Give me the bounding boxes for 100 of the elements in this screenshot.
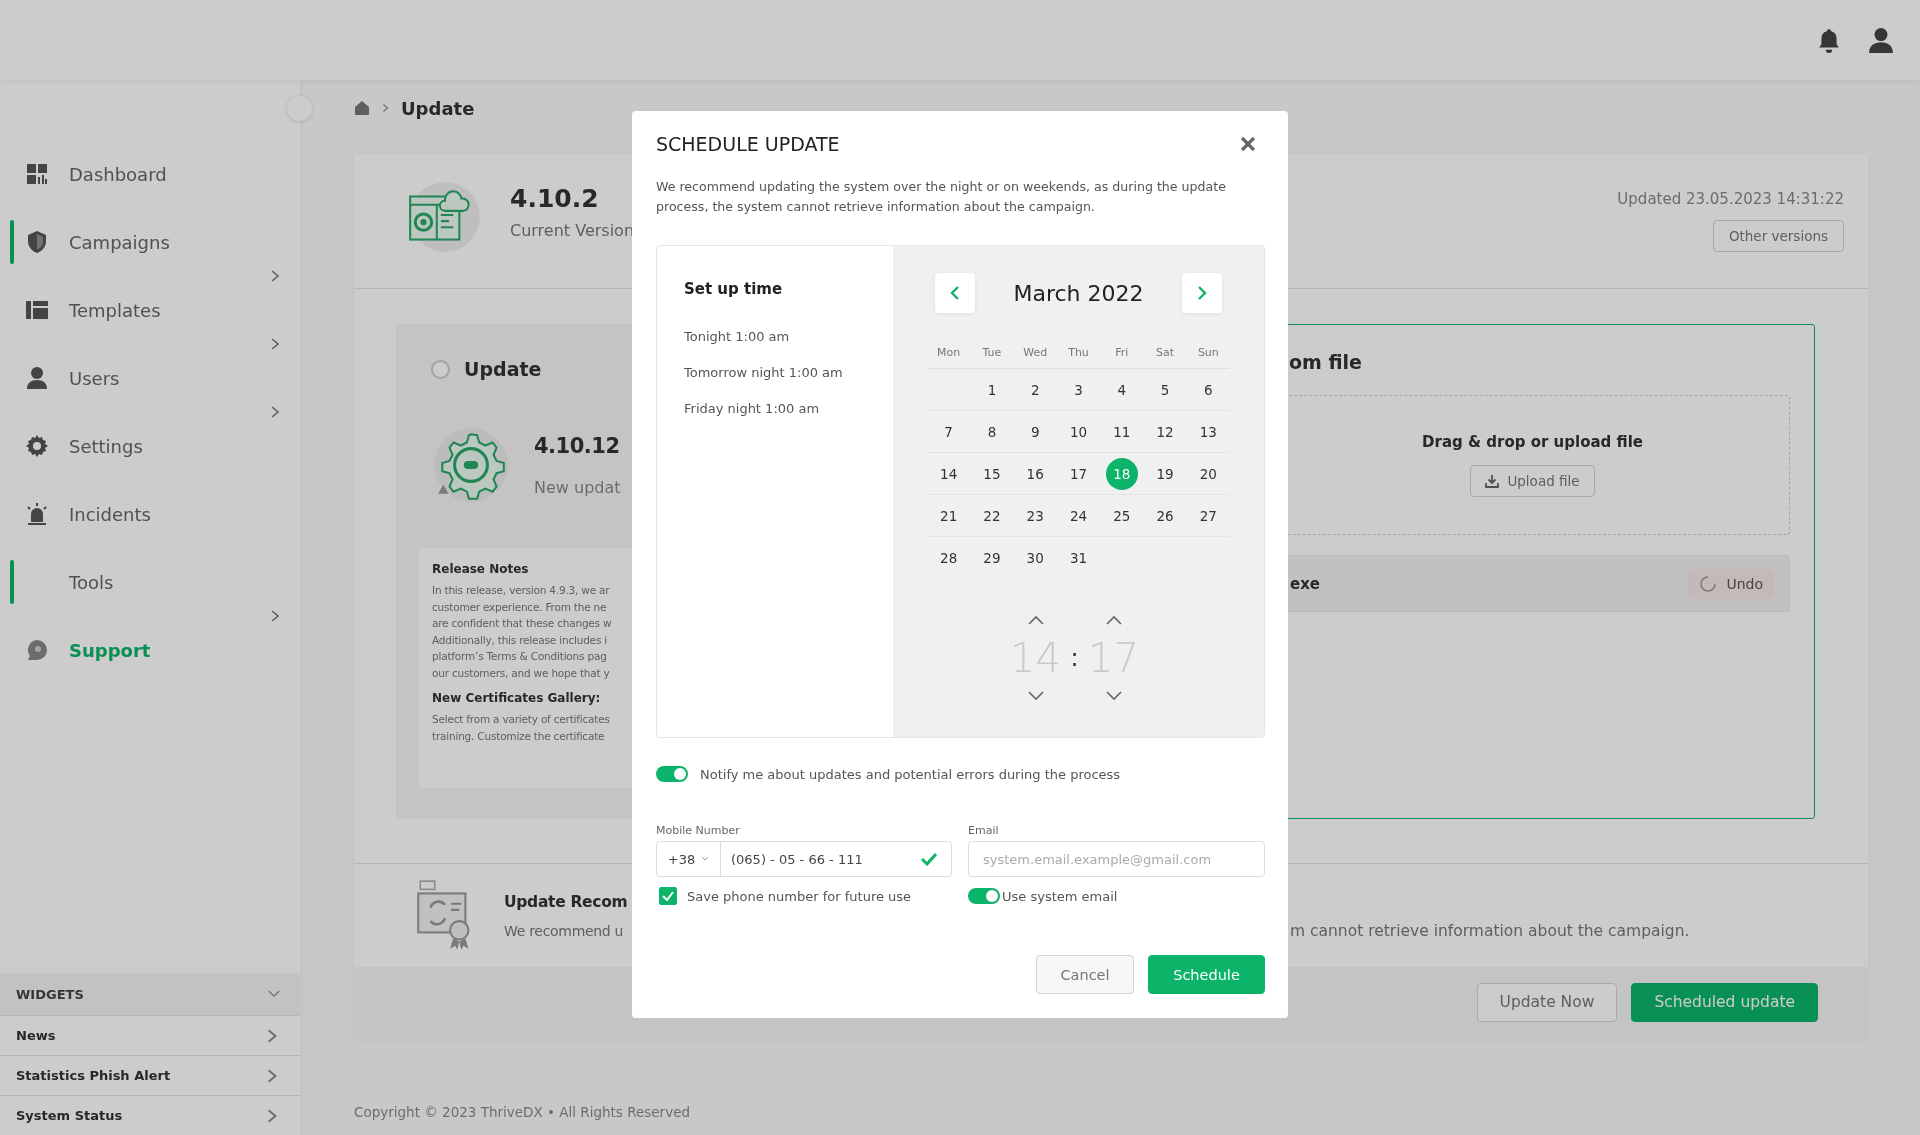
calendar-day[interactable]: 24 xyxy=(1062,499,1095,532)
country-code-dropdown[interactable]: +38 xyxy=(657,842,721,876)
chevron-up-icon[interactable] xyxy=(1027,615,1044,625)
widget-item[interactable]: System Status xyxy=(16,1108,123,1123)
caret-icon xyxy=(701,856,710,862)
bell-icon[interactable] xyxy=(1816,27,1842,53)
chevron-right-icon[interactable] xyxy=(270,406,280,418)
toggle-switch[interactable] xyxy=(968,888,1000,904)
chevron-right-icon[interactable] xyxy=(270,270,280,282)
update-now-button[interactable]: Update Now xyxy=(1476,982,1618,1022)
widgets-header[interactable]: WIDGETS xyxy=(0,973,300,1015)
checkbox-label: Save phone number for future use xyxy=(687,888,912,904)
checkbox[interactable] xyxy=(659,887,677,905)
chevron-right-icon[interactable] xyxy=(266,1028,278,1043)
previous-month-button[interactable] xyxy=(935,273,975,313)
sidebar-item[interactable]: Incidents xyxy=(69,503,151,525)
release-notes-line: training. Customize the certificate xyxy=(432,728,606,744)
calendar-day[interactable]: 30 xyxy=(1019,542,1052,574)
calendar-day[interactable]: 29 xyxy=(975,542,1008,574)
toggle-label: Use system email xyxy=(1002,888,1118,904)
calendar-day[interactable]: 26 xyxy=(1149,499,1182,532)
chevron-down-icon[interactable] xyxy=(1027,691,1044,701)
chevron-left-icon xyxy=(949,286,961,300)
weekday-label: Sat xyxy=(1156,346,1175,359)
presets-title: Set up time xyxy=(684,280,784,298)
calendar-day[interactable]: 27 xyxy=(1192,499,1225,532)
preset-option[interactable]: Tonight 1:00 am xyxy=(684,318,790,354)
calendar-day[interactable]: 19 xyxy=(1149,457,1182,490)
user-icon xyxy=(25,366,49,390)
calendar-day[interactable]: 10 xyxy=(1062,415,1095,448)
toggle-switch[interactable] xyxy=(656,766,688,782)
chevron-right-icon[interactable] xyxy=(270,338,280,350)
user-avatar-icon[interactable] xyxy=(1868,27,1894,53)
chevron-right-icon[interactable] xyxy=(266,1068,278,1083)
home-icon[interactable] xyxy=(354,100,370,116)
weekday-label: Sun xyxy=(1197,346,1219,359)
preset-option[interactable]: Friday night 1:00 am xyxy=(684,390,820,426)
next-month-button[interactable] xyxy=(1182,273,1222,313)
shield-icon xyxy=(25,230,49,254)
field-label: Email xyxy=(968,824,1000,837)
sidebar-item[interactable]: Dashboard xyxy=(69,163,167,185)
email-field[interactable]: system.email.example@gmail.com xyxy=(968,841,1265,877)
other-versions-button[interactable]: Other versions xyxy=(1712,220,1844,252)
calendar-day[interactable]: 16 xyxy=(1019,457,1052,490)
upload-file-button[interactable]: Upload file xyxy=(1470,465,1595,497)
settings-icon xyxy=(25,434,49,458)
widget-item[interactable]: News xyxy=(16,1028,56,1043)
calendar-day[interactable]: 20 xyxy=(1192,457,1225,490)
calendar-day[interactable]: 7 xyxy=(932,415,965,448)
chevron-right-icon xyxy=(382,103,389,113)
widget-item[interactable]: Statistics Phish Alert xyxy=(16,1068,171,1083)
month-title: March 2022 xyxy=(1013,280,1144,306)
calendar-day[interactable]: 14 xyxy=(932,457,965,490)
radio-button[interactable] xyxy=(431,359,450,379)
calendar-day[interactable]: 12 xyxy=(1149,415,1182,448)
version-number: 4.10.12 xyxy=(534,433,621,458)
calendar-day[interactable]: 8 xyxy=(975,415,1008,448)
release-notes-line: are confident that these changes w xyxy=(432,616,613,631)
release-notes-line: Select from a variety of certificates xyxy=(432,712,611,727)
collapse-handle[interactable] xyxy=(287,96,312,121)
release-notes-line: customer experience. From the ne xyxy=(432,599,608,615)
calendar-day[interactable]: 15 xyxy=(975,457,1008,490)
section-text: m cannot retrieve information about the campaign. xyxy=(1290,922,1690,940)
release-notes-line: our customers, and we hope that y xyxy=(432,665,611,681)
field-label: Mobile Number xyxy=(656,824,741,837)
calendar-day[interactable]: 23 xyxy=(1019,499,1052,532)
calendar-day[interactable]: 9 xyxy=(1019,415,1052,448)
sidebar-item[interactable]: Templates xyxy=(69,299,161,321)
chevron-down-icon[interactable] xyxy=(1105,691,1122,701)
calendar-day[interactable]: 13 xyxy=(1192,415,1225,448)
release-notes-heading: Release Notes xyxy=(432,562,530,576)
chevron-up-icon[interactable] xyxy=(1105,615,1122,625)
calendar-day[interactable]: 1 xyxy=(975,373,1008,406)
sidebar-item[interactable]: Users xyxy=(69,367,120,389)
preset-option[interactable]: Tomorrow night 1:00 am xyxy=(684,354,843,390)
calendar-day[interactable]: 28 xyxy=(932,542,965,574)
dialog-description: We recommend updating the system over the night or on weekends, as during the update process, the system cannot retrieve information about the campaign. xyxy=(656,178,1227,216)
weekday-label: Tue xyxy=(982,346,1002,359)
calendar-day[interactable]: 21 xyxy=(932,499,965,532)
cancel-button[interactable]: Cancel xyxy=(1036,955,1134,994)
calendar-day[interactable]: 17 xyxy=(1062,457,1095,490)
calendar-day[interactable]: 2 xyxy=(1019,373,1052,406)
undo-button[interactable]: Undo xyxy=(1688,568,1775,599)
sidebar-item[interactable]: Campaigns xyxy=(69,231,170,253)
calendar-day[interactable]: 22 xyxy=(975,499,1008,532)
dashboard-icon xyxy=(25,162,49,186)
chevron-right-icon[interactable] xyxy=(270,610,280,622)
sidebar-item[interactable]: Settings xyxy=(69,435,143,457)
calendar-day[interactable]: 3 xyxy=(1062,373,1095,406)
sidebar-item[interactable]: Tools xyxy=(69,571,114,593)
siren-icon xyxy=(25,502,49,526)
chevron-right-icon[interactable] xyxy=(266,1108,278,1123)
weekday-label: Wed xyxy=(1023,346,1048,359)
spinner-icon xyxy=(1700,575,1717,592)
close-icon[interactable] xyxy=(1239,135,1257,153)
option-title: om file xyxy=(1289,351,1363,373)
phone-field[interactable]: +38 (065) - 05 - 66 - 111 xyxy=(656,841,952,877)
weekday-label: Fri xyxy=(1115,346,1129,359)
calendar-day[interactable]: 31 xyxy=(1062,542,1095,574)
release-notes-subheading: New Certificates Gallery: xyxy=(432,691,602,705)
